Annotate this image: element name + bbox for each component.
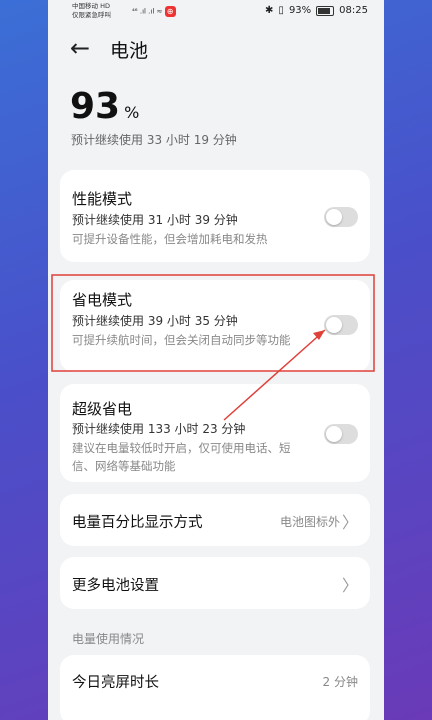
signal-icons: ⁴⁶ .ıl .ıl ≈ ⊕ bbox=[132, 6, 176, 17]
toggle-knob bbox=[326, 209, 342, 225]
bluetooth-icon: ✱ bbox=[265, 5, 274, 16]
usage-section-title: 电量使用情况 bbox=[72, 632, 145, 646]
battery-percent: 93% bbox=[288, 5, 312, 16]
battery-level: 93% bbox=[70, 86, 139, 127]
mode-description: 建议在电量较低时开启，仅可使用电话、短信、网络等基础功能 bbox=[72, 441, 291, 473]
battery-estimate: 预计继续使用 33 小时 19 分钟 bbox=[71, 133, 237, 147]
performance-mode-toggle[interactable] bbox=[324, 207, 358, 227]
mode-card-ultra-saving[interactable]: 超级省电 预计继续使用 133 小时 23 分钟 建议在电量较低时开启，仅可使用… bbox=[60, 384, 370, 482]
toggle-knob bbox=[326, 317, 342, 333]
mode-estimate: 预计继续使用 31 小时 39 分钟 bbox=[72, 213, 238, 227]
percent-display-value: 电池图标外 bbox=[279, 515, 340, 529]
status-right: ✱ ▯ 93% 08:25 bbox=[265, 5, 368, 16]
mode-description: 可提升续航时间，但会关闭自动同步等功能 bbox=[72, 333, 291, 347]
app-notification-icon: ⊕ bbox=[164, 6, 176, 17]
mode-title: 超级省电 bbox=[72, 400, 133, 418]
power-saving-toggle[interactable] bbox=[324, 315, 358, 335]
vibrate-icon: ▯ bbox=[278, 5, 284, 16]
phone-screen: 中国移动 HD 仅限紧急呼叫 ⁴⁶ .ıl .ıl ≈ ⊕ ✱ ▯ 93% 08… bbox=[48, 0, 384, 720]
mode-estimate: 预计继续使用 39 小时 35 分钟 bbox=[72, 314, 238, 328]
mode-card-power-saving[interactable]: 省电模式 预计继续使用 39 小时 35 分钟 可提升续航时间，但会关闭自动同步… bbox=[60, 280, 370, 372]
more-battery-settings-label: 更多电池设置 bbox=[72, 578, 159, 594]
toggle-knob bbox=[326, 426, 342, 442]
emergency-only: 仅限紧急呼叫 bbox=[72, 11, 111, 19]
mode-estimate: 预计继续使用 133 小时 23 分钟 bbox=[72, 422, 246, 436]
back-arrow-icon[interactable]: ← bbox=[70, 34, 90, 62]
mode-card-performance[interactable]: 性能模式 预计继续使用 31 小时 39 分钟 可提升设备性能，但会增加耗电和发… bbox=[60, 170, 370, 262]
percent-display-row[interactable]: 电量百分比显示方式 电池图标外 〉 bbox=[60, 494, 370, 546]
carrier-info: 中国移动 HD 仅限紧急呼叫 bbox=[72, 2, 111, 20]
mode-title: 性能模式 bbox=[72, 190, 133, 208]
ultra-saving-toggle[interactable] bbox=[324, 424, 358, 444]
chevron-right-icon: 〉 bbox=[341, 576, 358, 595]
screen-time-row[interactable]: 今日亮屏时长 2 分钟 bbox=[60, 655, 370, 720]
signal-icon: ⁴⁶ .ıl .ıl ≈ bbox=[132, 7, 163, 16]
clock: 08:25 bbox=[339, 5, 368, 16]
battery-level-unit: % bbox=[124, 103, 140, 122]
mode-title: 省电模式 bbox=[72, 291, 133, 309]
percent-display-label: 电量百分比显示方式 bbox=[72, 515, 203, 531]
page-title: 电池 bbox=[110, 40, 149, 62]
title-bar: ← 电池 bbox=[48, 34, 384, 64]
battery-icon bbox=[316, 5, 335, 16]
chevron-right-icon: 〉 bbox=[341, 513, 358, 532]
screen-time-label: 今日亮屏时长 bbox=[72, 675, 159, 691]
status-bar: 中国移动 HD 仅限紧急呼叫 ⁴⁶ .ıl .ıl ≈ ⊕ ✱ ▯ 93% 08… bbox=[48, 0, 384, 26]
carrier-name: 中国移动 HD bbox=[72, 2, 110, 10]
mode-description: 可提升设备性能，但会增加耗电和发热 bbox=[72, 232, 268, 246]
more-battery-settings-row[interactable]: 更多电池设置 〉 bbox=[60, 557, 370, 609]
screen-time-value: 2 分钟 bbox=[322, 675, 358, 689]
battery-level-number: 93 bbox=[70, 86, 121, 127]
